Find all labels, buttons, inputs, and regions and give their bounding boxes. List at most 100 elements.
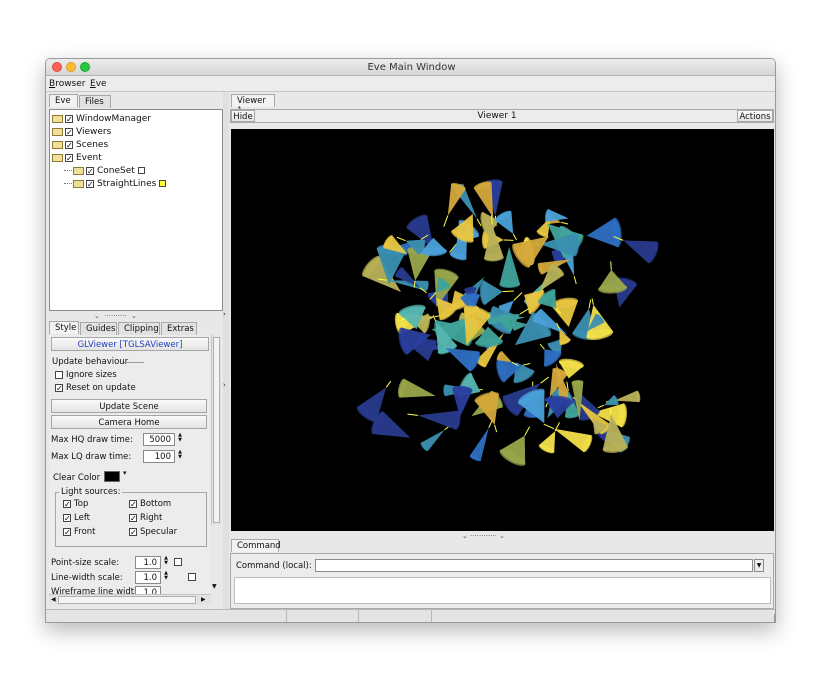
light-specular-option[interactable]: Specular bbox=[129, 527, 177, 537]
hide-button[interactable]: Hide bbox=[231, 110, 255, 122]
straight-line bbox=[407, 413, 418, 416]
command-dropdown-icon[interactable]: ▼ bbox=[754, 559, 764, 572]
editor-horizontal-scrollbar[interactable]: ◀ ▶ bbox=[49, 594, 211, 605]
scrollbar-thumb[interactable] bbox=[213, 337, 220, 523]
tree-item-checkbox[interactable] bbox=[86, 179, 94, 188]
straight-line bbox=[588, 299, 592, 309]
actions-button[interactable]: Actions bbox=[737, 110, 773, 122]
command-input[interactable] bbox=[315, 559, 753, 572]
folder-icon bbox=[52, 127, 63, 136]
tree-item-event[interactable]: Event bbox=[52, 151, 166, 164]
light-specular-label: Specular bbox=[140, 527, 178, 537]
tab-clipping[interactable]: Clipping bbox=[118, 322, 160, 335]
collapse-right-icon[interactable]: › bbox=[223, 310, 226, 318]
tree-item-checkbox[interactable] bbox=[65, 140, 73, 149]
cone-shape bbox=[407, 410, 461, 430]
folder-icon bbox=[73, 166, 84, 175]
gl-viewer-canvas[interactable] bbox=[231, 129, 774, 531]
main-window: Eve Main Window Browser Eve Eve Files Wi… bbox=[45, 58, 776, 623]
straight-line bbox=[543, 423, 555, 430]
camera-home-button[interactable]: Camera Home bbox=[51, 415, 207, 429]
tab-style[interactable]: Style bbox=[49, 321, 79, 334]
tree-item-checkbox[interactable] bbox=[65, 153, 73, 162]
light-left-option[interactable]: Left bbox=[63, 513, 90, 523]
stepper-down-icon[interactable]: ▼ bbox=[176, 455, 184, 460]
menu-eve[interactable]: Eve bbox=[90, 79, 107, 89]
light-right-label: Right bbox=[140, 513, 163, 523]
cone-shape bbox=[451, 214, 474, 243]
viewer-header: Hide Viewer 1 Actions bbox=[230, 109, 774, 123]
scroll-down-icon[interactable]: ▼ bbox=[212, 583, 217, 590]
folder-icon bbox=[52, 114, 63, 123]
straight-line bbox=[519, 308, 530, 315]
straight-line bbox=[573, 276, 577, 285]
clear-color-swatch[interactable] bbox=[104, 471, 120, 482]
light-specular-checkbox[interactable] bbox=[129, 528, 137, 536]
light-front-option[interactable]: Front bbox=[63, 527, 96, 537]
vertical-splitter[interactable]: › › bbox=[223, 92, 229, 609]
max-hq-stepper[interactable]: ▲ ▼ bbox=[176, 433, 184, 446]
scrollbar-thumb[interactable] bbox=[58, 596, 196, 604]
folder-icon bbox=[73, 179, 84, 188]
straight-line bbox=[502, 290, 514, 293]
tab-viewer-1[interactable]: Viewer 1 bbox=[231, 94, 275, 116]
point-size-input[interactable]: 1.0 bbox=[135, 556, 161, 569]
ignore-sizes-label: Ignore sizes bbox=[66, 370, 117, 380]
ignore-sizes-checkbox[interactable] bbox=[55, 371, 63, 379]
scroll-left-icon[interactable]: ◀ bbox=[51, 596, 56, 603]
light-top-option[interactable]: Top bbox=[63, 499, 88, 509]
line-width-stepper[interactable]: ▲ ▼ bbox=[162, 571, 170, 584]
glviewer-button[interactable]: GLViewer [TGLSAViewer] bbox=[51, 337, 209, 351]
tree-item-windowmanager[interactable]: WindowManager bbox=[52, 112, 166, 125]
menu-browser[interactable]: Browser bbox=[49, 79, 85, 89]
point-size-checkbox[interactable] bbox=[174, 558, 182, 566]
cone-shape bbox=[499, 426, 531, 466]
command-panel: Command (local): ▼ bbox=[230, 553, 774, 609]
straight-line bbox=[610, 261, 612, 270]
line-width-input[interactable]: 1.0 bbox=[135, 571, 161, 584]
tab-guides[interactable]: Guides bbox=[80, 322, 117, 335]
straight-line bbox=[540, 376, 549, 384]
tree-item-scenes[interactable]: Scenes bbox=[52, 138, 166, 151]
tree-item-checkbox[interactable] bbox=[65, 114, 73, 123]
max-hq-input[interactable]: 5000 bbox=[143, 433, 175, 446]
color-dropdown-icon[interactable]: ▾ bbox=[123, 469, 127, 477]
light-bottom-checkbox[interactable] bbox=[129, 500, 137, 508]
reset-on-update-option[interactable]: Reset on update bbox=[55, 383, 136, 393]
scroll-right-icon[interactable]: ▶ bbox=[201, 596, 206, 603]
light-right-checkbox[interactable] bbox=[129, 514, 137, 522]
tree-item-checkbox[interactable] bbox=[86, 166, 94, 175]
light-left-checkbox[interactable] bbox=[63, 514, 71, 522]
line-width-checkbox[interactable] bbox=[187, 573, 196, 581]
style-editor-panel: GLViewer [TGLSAViewer] Update behaviour … bbox=[49, 335, 211, 595]
light-right-option[interactable]: Right bbox=[129, 513, 162, 523]
editor-vertical-scrollbar[interactable] bbox=[211, 335, 221, 525]
light-top-checkbox[interactable] bbox=[63, 500, 71, 508]
tab-extras[interactable]: Extras bbox=[161, 322, 197, 335]
splitter-handle-icon[interactable]: ⌄ ·········· ⌄ bbox=[94, 312, 137, 320]
collapse-right-icon[interactable]: › bbox=[223, 381, 226, 389]
point-size-stepper[interactable]: ▲ ▼ bbox=[162, 556, 170, 569]
resize-grip-icon[interactable] bbox=[766, 614, 775, 622]
update-scene-button[interactable]: Update Scene bbox=[51, 399, 207, 413]
tree-item-viewers[interactable]: Viewers bbox=[52, 125, 166, 138]
tree-item-straightlines[interactable]: StraightLines bbox=[52, 177, 167, 190]
tab-eve[interactable]: Eve bbox=[49, 94, 78, 107]
straight-line bbox=[591, 298, 594, 305]
max-lq-stepper[interactable]: ▲ ▼ bbox=[176, 450, 184, 463]
light-front-checkbox[interactable] bbox=[63, 528, 71, 536]
tab-files[interactable]: Files bbox=[79, 95, 111, 108]
ignore-sizes-option[interactable]: Ignore sizes bbox=[55, 370, 117, 380]
tree-item-checkbox[interactable] bbox=[65, 127, 73, 136]
status-divider bbox=[358, 610, 359, 622]
clear-color-label: Clear Color bbox=[53, 473, 101, 483]
tree-item-coneset[interactable]: ConeSet bbox=[52, 164, 166, 177]
stepper-down-icon[interactable]: ▼ bbox=[176, 438, 184, 443]
reset-on-update-checkbox[interactable] bbox=[55, 384, 63, 392]
max-lq-input[interactable]: 100 bbox=[143, 450, 175, 463]
stepper-down-icon[interactable]: ▼ bbox=[162, 576, 170, 581]
tree-item-label: WindowManager bbox=[76, 113, 151, 124]
light-bottom-option[interactable]: Bottom bbox=[129, 499, 171, 509]
stepper-down-icon[interactable]: ▼ bbox=[162, 561, 170, 566]
tab-command[interactable]: Command bbox=[231, 539, 281, 552]
